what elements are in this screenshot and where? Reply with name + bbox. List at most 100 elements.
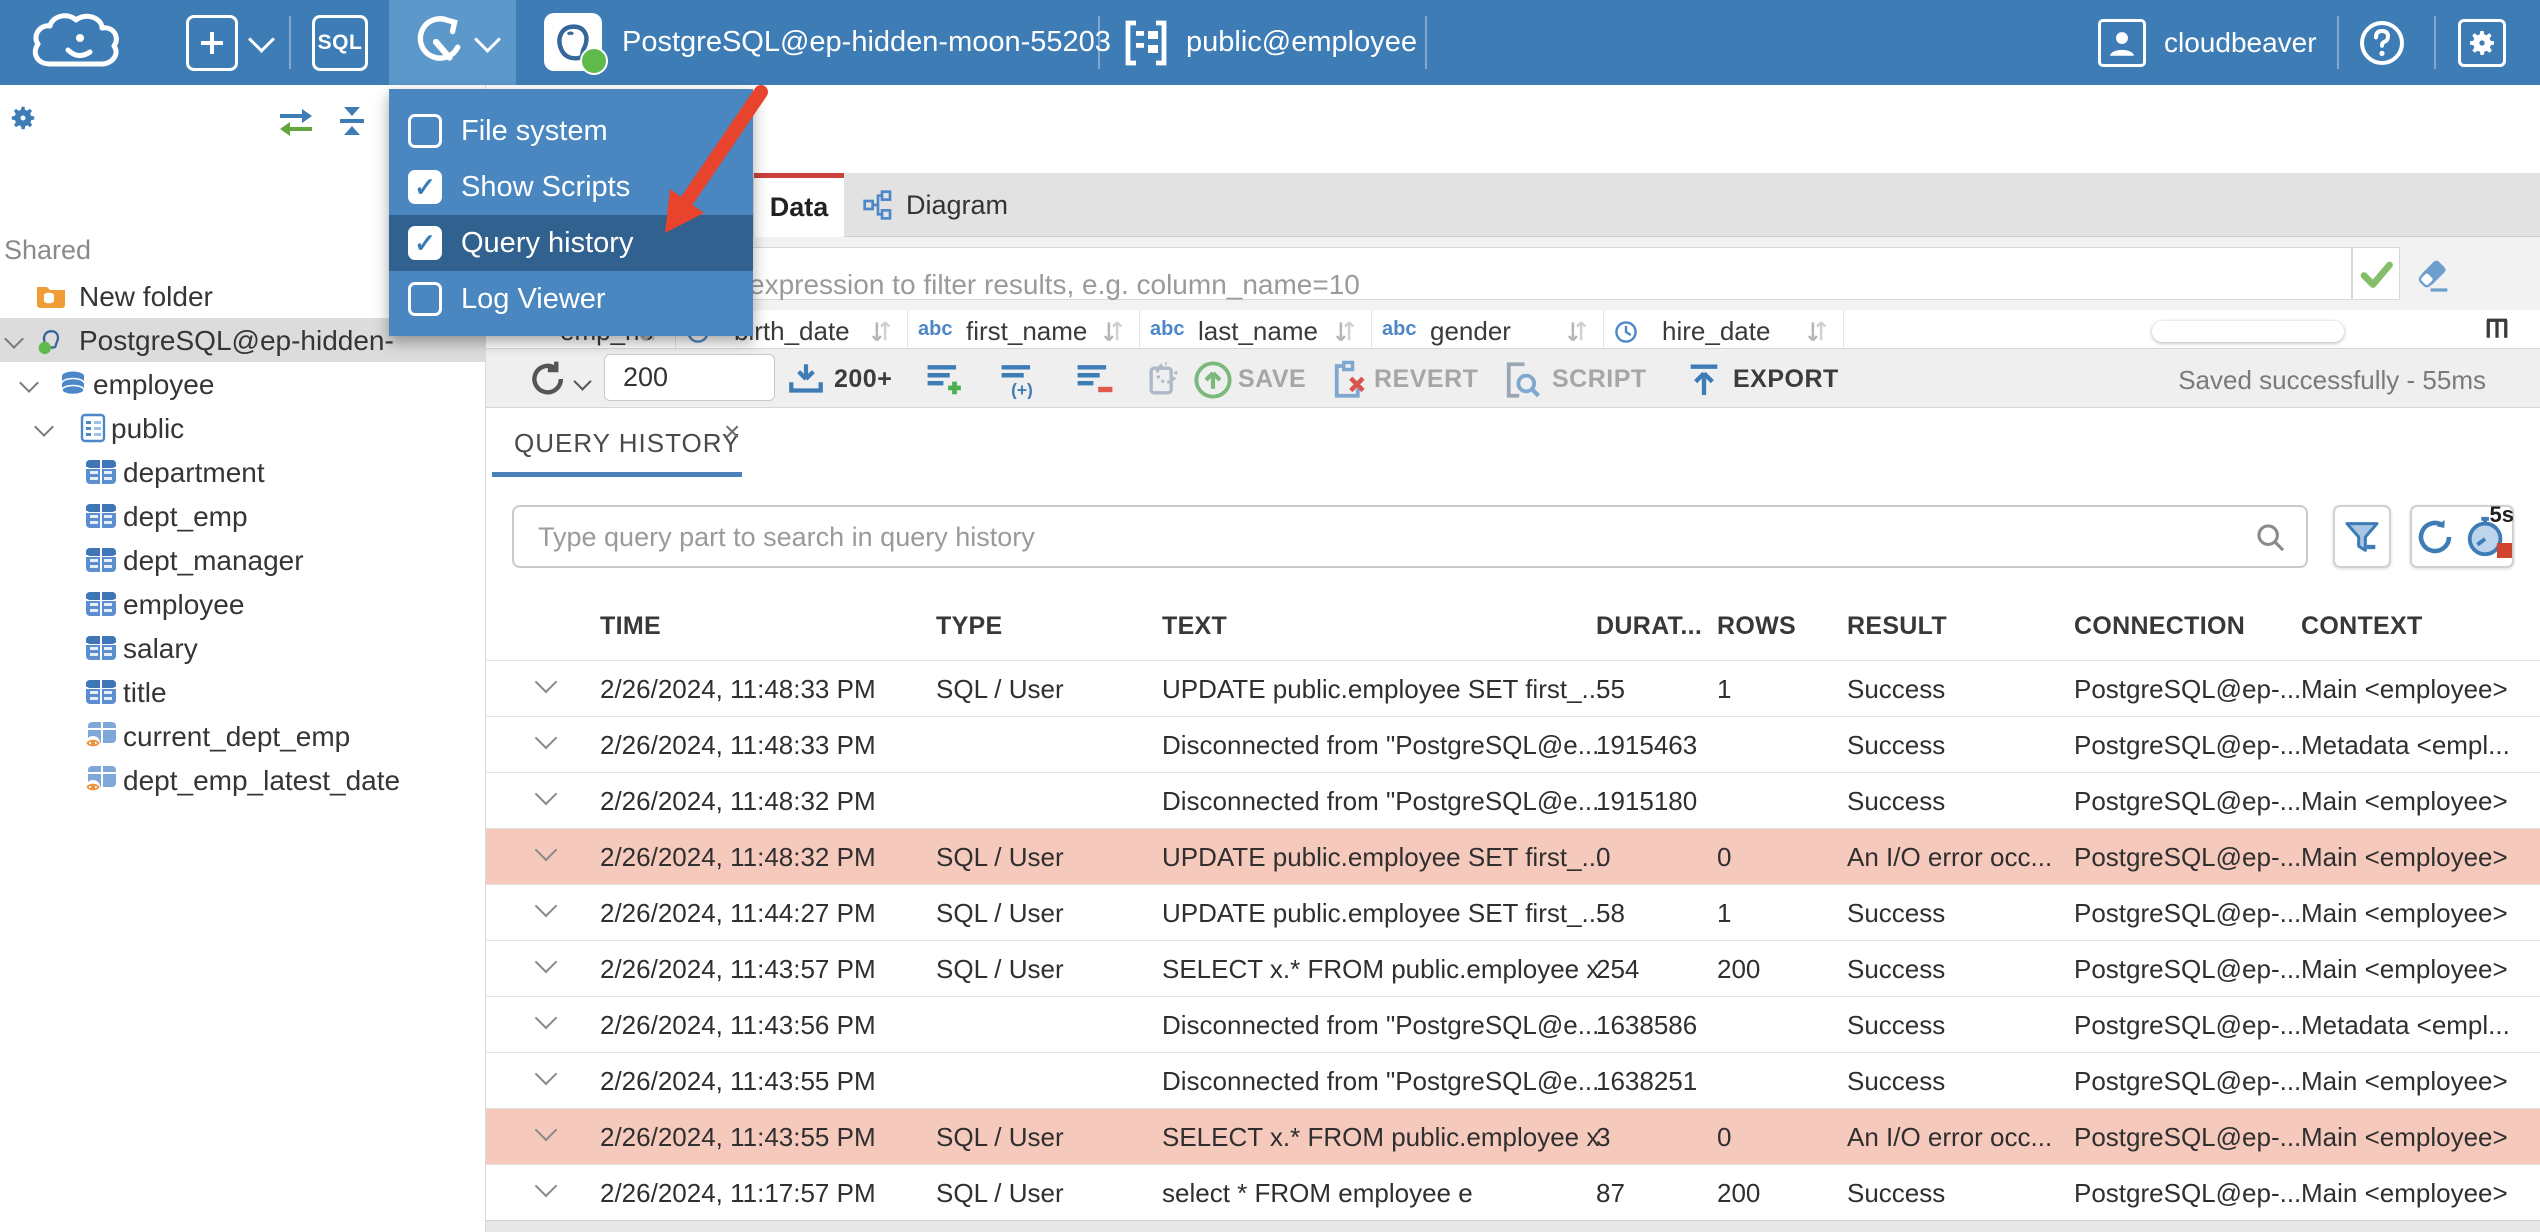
chevron-down-icon[interactable]: [19, 373, 39, 393]
save-icon[interactable]: [1192, 359, 1234, 406]
query-history-search-input[interactable]: Type query part to search in query histo…: [512, 505, 2308, 568]
expand-chevron-icon[interactable]: [534, 670, 558, 694]
expand-chevron-icon[interactable]: [534, 894, 558, 918]
cell-context: Main <employee>: [2301, 1122, 2508, 1152]
refresh-button[interactable]: [526, 357, 570, 406]
tree-item-title[interactable]: title: [0, 670, 486, 714]
sort-icon[interactable]: [1566, 318, 1588, 348]
query-history-row[interactable]: 2/26/2024, 11:17:57 PM SQL / User select *…: [486, 1164, 2540, 1220]
tree-item-employee[interactable]: employee: [0, 582, 486, 626]
tree-item-employee[interactable]: employee: [0, 362, 486, 406]
query-history-row[interactable]: 2/26/2024, 11:43:55 PM Disconnected from …: [486, 1052, 2540, 1108]
tab-diagram[interactable]: Diagram: [848, 173, 1022, 237]
column-header-result[interactable]: RESULT: [1847, 612, 1947, 641]
column-header-rows[interactable]: ROWS: [1717, 612, 1796, 641]
export-icon[interactable]: [1684, 359, 1724, 406]
fetch-more-icon[interactable]: [786, 361, 826, 402]
column-header-durat-[interactable]: DURAT...: [1596, 612, 1702, 641]
menu-item-file-system[interactable]: File system: [389, 103, 753, 159]
auto-refresh-button[interactable]: [1144, 359, 1186, 404]
expand-chevron-icon[interactable]: [534, 950, 558, 974]
checkbox-checked-icon[interactable]: ✓: [408, 226, 442, 260]
expand-chevron-icon[interactable]: [534, 726, 558, 750]
query-history-row[interactable]: 2/26/2024, 11:43:56 PM Disconnected from …: [486, 996, 2540, 1052]
query-history-row[interactable]: 2/26/2024, 11:44:27 PM SQL / User UPDATE p…: [486, 884, 2540, 940]
tree-item-dept-manager[interactable]: dept_manager: [0, 538, 486, 582]
expand-chevron-icon[interactable]: [534, 782, 558, 806]
new-object-button[interactable]: [186, 0, 275, 85]
expand-chevron-icon[interactable]: [534, 1006, 558, 1030]
sort-icon[interactable]: [1102, 318, 1124, 348]
query-history-row[interactable]: 2/26/2024, 11:48:33 PM SQL / User UPDATE p…: [486, 660, 2540, 716]
tree-item-public[interactable]: public: [0, 406, 486, 450]
query-history-tab[interactable]: QUERY HISTORY ×: [492, 408, 742, 478]
query-history-row[interactable]: 2/26/2024, 11:48:32 PM Disconnected from …: [486, 772, 2540, 828]
sort-icon[interactable]: [1806, 318, 1828, 348]
script-button[interactable]: SCRIPT: [1552, 365, 1647, 394]
column-header-type[interactable]: TYPE: [936, 612, 1003, 641]
cell-result: Success: [1847, 1178, 1946, 1208]
menu-item-log-viewer[interactable]: Log Viewer: [389, 271, 753, 327]
expand-chevron-icon[interactable]: [534, 1174, 558, 1198]
export-button[interactable]: EXPORT: [1733, 365, 1839, 394]
sql-editor-button[interactable]: SQL: [312, 0, 368, 85]
expand-chevron-icon[interactable]: [534, 838, 558, 862]
apply-filter-button[interactable]: [2352, 247, 2400, 300]
expand-chevron-icon[interactable]: [534, 1118, 558, 1142]
sidebar-settings-gear-icon[interactable]: [8, 103, 38, 138]
menu-item-query-history[interactable]: ✓ Query history: [389, 215, 753, 271]
script-icon[interactable]: [1500, 359, 1542, 406]
horizontal-scrollbar[interactable]: [2152, 321, 2344, 342]
tools-menu-button[interactable]: [408, 0, 501, 85]
collapse-all-icon[interactable]: [334, 103, 370, 144]
sort-icon[interactable]: [1334, 318, 1356, 348]
tab-data[interactable]: Data: [754, 173, 844, 237]
revert-icon[interactable]: [1328, 359, 1370, 406]
checkbox-unchecked-icon[interactable]: [408, 282, 442, 316]
grid-column-last-name[interactable]: abc last_name: [1140, 310, 1372, 348]
column-header-connection[interactable]: CONNECTION: [2074, 612, 2245, 641]
tree-item-dept-emp-latest-date[interactable]: dept_emp_latest_date: [0, 758, 486, 802]
grid-column-gender[interactable]: abc gender: [1372, 310, 1604, 348]
settings-button[interactable]: [2458, 0, 2506, 85]
expand-chevron-icon[interactable]: [534, 1062, 558, 1086]
tree-item-current-dept-emp[interactable]: current_dept_emp: [0, 714, 486, 758]
refresh-chevron-icon[interactable]: [573, 372, 592, 391]
schema-selector[interactable]: public@employee: [1124, 0, 1417, 85]
add-row-button[interactable]: [924, 361, 966, 404]
grid-column-hire-date[interactable]: hire_date: [1604, 310, 1844, 348]
fetch-more-label[interactable]: 200+: [834, 365, 892, 394]
checkbox-checked-icon[interactable]: ✓: [408, 170, 442, 204]
save-button[interactable]: SAVE: [1238, 365, 1306, 394]
help-button[interactable]: [2358, 0, 2406, 85]
delete-row-button[interactable]: [1074, 361, 1116, 404]
query-history-row[interactable]: 2/26/2024, 11:43:57 PM SQL / User SELECT x…: [486, 940, 2540, 996]
query-history-row[interactable]: 2/26/2024, 11:48:32 PM SQL / User UPDATE p…: [486, 828, 2540, 884]
grid-column-first-name[interactable]: abc first_name: [908, 310, 1140, 348]
chevron-down-icon[interactable]: [34, 417, 54, 437]
column-header-text[interactable]: TEXT: [1162, 612, 1227, 641]
filter-button[interactable]: [2333, 505, 2391, 568]
sync-connection-icon[interactable]: [276, 105, 316, 144]
close-icon[interactable]: ×: [724, 416, 740, 448]
revert-button[interactable]: REVERT: [1374, 365, 1478, 394]
duplicate-row-button[interactable]: (+): [998, 361, 1040, 404]
tree-item-department[interactable]: department: [0, 450, 486, 494]
filter-expression-input[interactable]: expression to filter results, e.g. colum…: [500, 247, 2352, 300]
query-history-row[interactable]: 2/26/2024, 11:43:55 PM SQL / User SELECT x…: [486, 1108, 2540, 1164]
column-header-context[interactable]: CONTEXT: [2301, 612, 2423, 641]
sort-icon[interactable]: [870, 318, 892, 348]
column-header-time[interactable]: TIME: [600, 612, 661, 641]
query-history-row[interactable]: 2/26/2024, 11:48:33 PM Disconnected from …: [486, 716, 2540, 772]
tree-item-salary[interactable]: salary: [0, 626, 486, 670]
connection-selector[interactable]: PostgreSQL@ep-hidden-moon-55203: [622, 0, 1111, 85]
user-menu-button[interactable]: cloudbeaver: [2098, 0, 2317, 85]
auto-refresh-control[interactable]: 5s: [2410, 502, 2514, 568]
chevron-down-icon[interactable]: [4, 329, 24, 349]
fetch-size-input[interactable]: [604, 354, 775, 401]
tree-item-dept-emp[interactable]: dept_emp: [0, 494, 486, 538]
checkbox-unchecked-icon[interactable]: [408, 114, 442, 148]
table-settings-icon[interactable]: [2482, 314, 2512, 348]
clear-filter-eraser-icon[interactable]: [2414, 255, 2454, 295]
menu-item-show-scripts[interactable]: ✓ Show Scripts: [389, 159, 753, 215]
